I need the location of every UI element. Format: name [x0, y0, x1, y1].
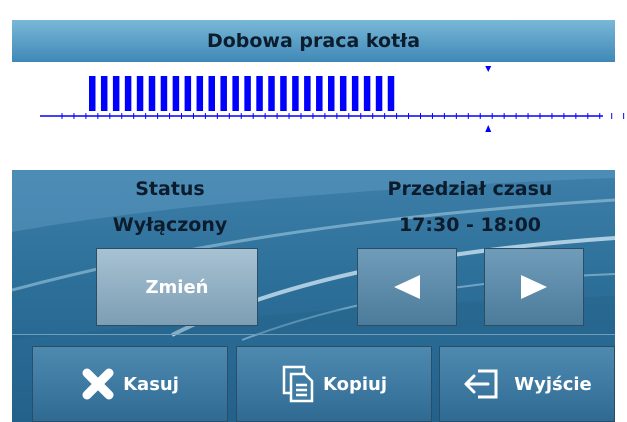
copy-icon [282, 365, 314, 403]
divider [12, 334, 615, 335]
timeline-slot-bar [196, 76, 204, 111]
timeline-slot-bar [316, 76, 323, 111]
change-status-button[interactable]: Zmień [96, 248, 258, 326]
timeline-slot-bar [351, 76, 359, 111]
page-title: Dobowa praca kotła [206, 30, 421, 52]
timeline-slot-bar [387, 76, 395, 111]
timeline-slot-bar [208, 76, 215, 111]
timeline-slot-bar [124, 76, 132, 111]
previous-interval-button[interactable] [357, 248, 457, 326]
timeline-slot-bar [304, 76, 311, 111]
exit-button[interactable]: Wyjście [439, 346, 615, 422]
current-slot-marker-top [485, 66, 492, 72]
right-arrow-icon [521, 275, 547, 299]
title-bar: Dobowa praca kotła [12, 20, 615, 62]
close-icon [82, 368, 114, 400]
timeline-slot-bar [112, 76, 120, 111]
timeline-slot-bar [232, 76, 239, 111]
timeline-slot-bar [339, 76, 347, 111]
timeline-slot-bar [363, 76, 371, 111]
exit-label: Wyjście [514, 373, 592, 395]
left-arrow-icon [394, 275, 420, 299]
change-status-label: Zmień [145, 276, 209, 298]
exit-icon [464, 369, 498, 399]
timeline-slot-bar [100, 76, 108, 111]
daily-schedule-timeline[interactable] [0, 62, 627, 170]
timeline-slot-bar [172, 76, 180, 111]
timeline-slot-bar [292, 76, 299, 111]
timeline-graph [40, 66, 625, 132]
status-label: Status [135, 178, 205, 200]
delete-label: Kasuj [123, 373, 179, 395]
delete-button[interactable]: Kasuj [32, 346, 228, 422]
timeline-slot-bar [244, 76, 251, 111]
settings-panel: Status Wyłączony Przedział czasu 17:30 -… [12, 170, 615, 422]
interval-label: Przedział czasu [387, 178, 553, 200]
status-value: Wyłączony [112, 214, 228, 236]
timeline-slot-bar [184, 76, 192, 111]
timeline-slot-bar [148, 76, 156, 111]
timeline-slot-bar [328, 76, 335, 111]
timeline-slot-bar [280, 76, 287, 111]
next-interval-button[interactable] [484, 248, 584, 326]
interval-value: 17:30 - 18:00 [398, 214, 542, 236]
timeline-slot-bar [160, 76, 168, 111]
timeline-slot-bar [220, 76, 227, 111]
copy-label: Kopiuj [322, 373, 388, 395]
copy-button[interactable]: Kopiuj [236, 346, 432, 422]
timeline-slot-bar [89, 76, 96, 111]
timeline-slot-bar [136, 76, 144, 111]
timeline-slot-bar [375, 76, 383, 111]
timeline-slot-bar [256, 76, 263, 111]
current-slot-marker-bottom [485, 125, 492, 132]
timeline-slot-bar [268, 76, 275, 111]
